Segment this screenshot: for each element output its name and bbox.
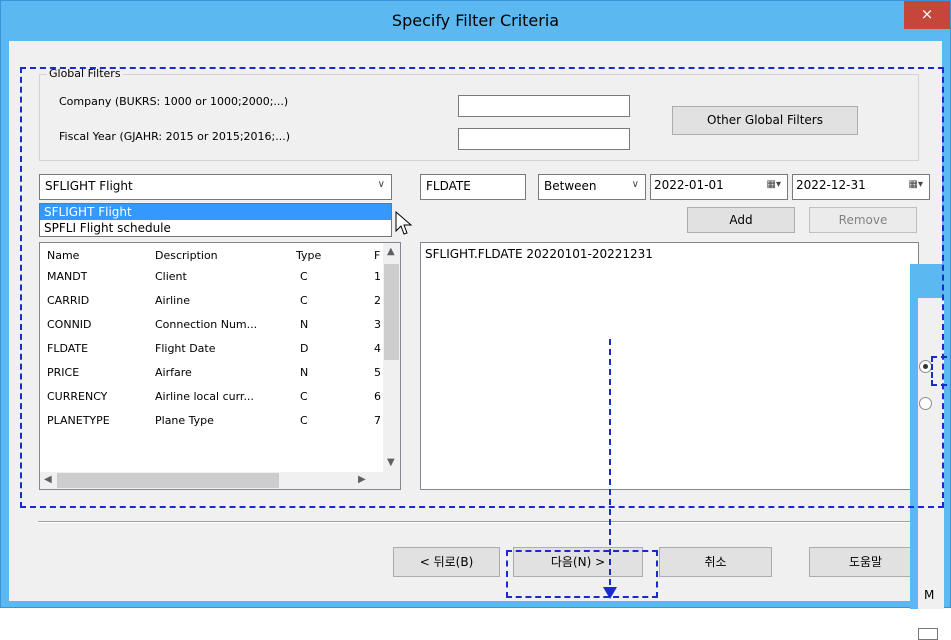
cancel-button[interactable]: 취소: [659, 547, 772, 577]
annotation-radio-highlight: [931, 356, 951, 386]
annotation-arrow-head: [603, 587, 617, 599]
back-button[interactable]: < 뒤로(B): [393, 547, 500, 577]
annotation-highlight-box: [20, 67, 944, 508]
close-button[interactable]: ×: [904, 1, 950, 29]
annotation-arrow-line: [609, 339, 611, 595]
title-bar[interactable]: Specify Filter Criteria ×: [1, 1, 950, 41]
window-title: Specify Filter Criteria: [391, 11, 560, 30]
footer-divider: [38, 521, 918, 523]
annotation-next-highlight: [506, 550, 658, 598]
help-button[interactable]: 도움말: [809, 547, 922, 577]
background-dialog-input[interactable]: [918, 628, 938, 640]
background-dialog-label: M: [924, 588, 935, 602]
